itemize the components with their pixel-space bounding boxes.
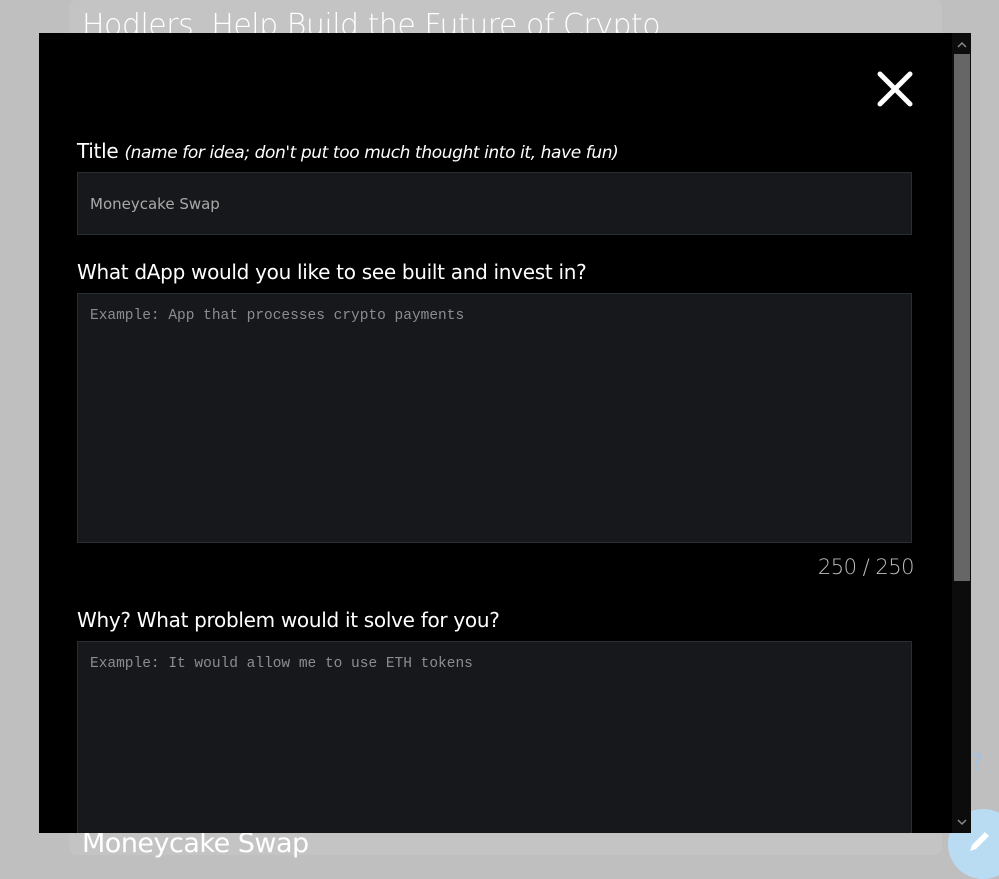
scroll-down-arrow-icon[interactable] xyxy=(952,813,971,831)
dapp-textarea-placeholder: Example: App that processes crypto payme… xyxy=(90,308,465,324)
close-button[interactable] xyxy=(875,69,915,109)
idea-modal: Title (name for idea; don't put too much… xyxy=(39,33,952,833)
close-icon xyxy=(877,71,913,107)
why-textarea-placeholder: Example: It would allow me to use ETH to… xyxy=(90,656,473,672)
scrollbar-thumb[interactable] xyxy=(954,54,970,581)
dapp-textarea[interactable]: Example: App that processes crypto payme… xyxy=(77,293,912,543)
question-mark-icon[interactable]: ? xyxy=(971,751,983,776)
title-input[interactable]: Moneycake Swap xyxy=(77,172,912,235)
title-label-text: Title xyxy=(77,139,119,163)
modal-scrollbar[interactable] xyxy=(952,33,971,833)
dapp-char-counter: 250 / 250 xyxy=(817,555,915,579)
scroll-up-arrow-icon[interactable] xyxy=(952,35,971,53)
title-label-hint: (name for idea; don't put too much thoug… xyxy=(124,143,619,163)
why-field-label: Why? What problem would it solve for you… xyxy=(77,608,500,632)
why-textarea[interactable]: Example: It would allow me to use ETH to… xyxy=(77,641,912,833)
title-field-label: Title (name for idea; don't put too much… xyxy=(77,139,619,163)
title-input-value: Moneycake Swap xyxy=(90,195,220,213)
dapp-field-label: What dApp would you like to see built an… xyxy=(77,260,587,284)
